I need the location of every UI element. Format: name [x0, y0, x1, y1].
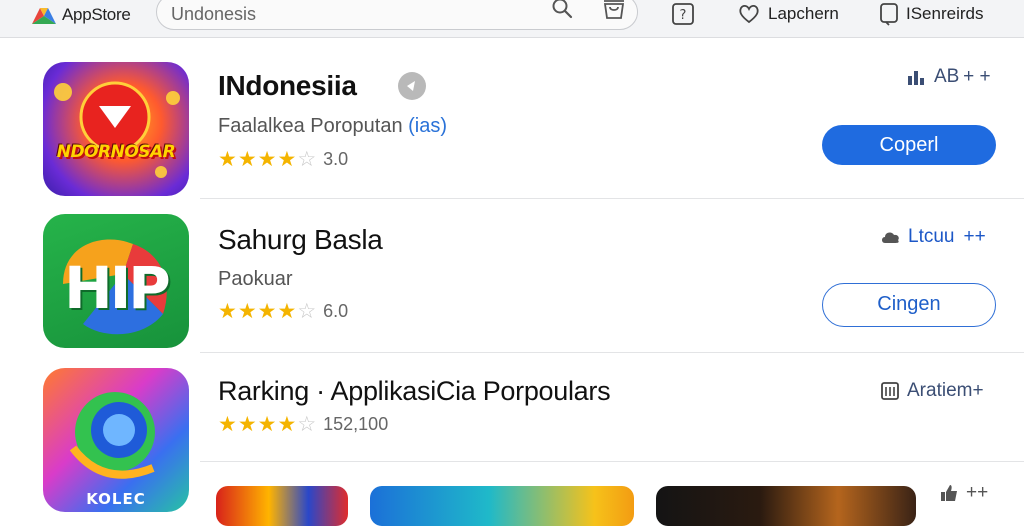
star-icon: ★ [277, 300, 297, 323]
top-nav-link-2[interactable]: ISenreirds [906, 4, 983, 24]
search-icon[interactable] [551, 0, 573, 19]
verified-badge-icon [398, 72, 426, 100]
chart-icon [908, 71, 924, 85]
side-label: Aratiem+ [879, 380, 984, 402]
rating-value: 152,100 [323, 414, 389, 434]
star-icon: ★ [257, 148, 277, 171]
app-subtitle: Paokuar [218, 268, 293, 290]
get-button[interactable]: Coperl [822, 125, 996, 165]
divider [200, 352, 1024, 353]
star-icon: ★ [237, 300, 257, 323]
app-icon-wordmark: KOLEC [86, 490, 146, 508]
rating: ★ ★ ★ ★ ☆ 152,100 [218, 414, 388, 435]
app-subtitle-tag[interactable]: (ias) [408, 115, 447, 137]
search-input[interactable]: Undonesis [171, 4, 256, 25]
side-label-text: Ltcuu ++ [908, 226, 986, 247]
app-store-logo-icon [32, 8, 56, 24]
star-empty-icon: ☆ [297, 148, 317, 171]
rating-value: 3.0 [323, 149, 349, 169]
star-icon: ★ [237, 148, 257, 171]
install-button[interactable]: Cingen [822, 283, 996, 327]
top-bar: AppStore Undonesis ? Lapchern ISenreirds [0, 0, 1024, 38]
side-label-text: Aratiem+ [907, 380, 984, 401]
app-icon-rarking[interactable]: KOLEC [43, 368, 189, 512]
top-nav-link-1[interactable]: Lapchern [768, 4, 839, 24]
side-label: AB + + [906, 66, 991, 88]
star-icon: ★ [218, 413, 237, 436]
logo-text: AppStore [62, 5, 131, 24]
shopping-bag-icon[interactable] [601, 0, 627, 21]
side-label-text: AB + + [934, 66, 991, 87]
star-icon: ★ [218, 148, 237, 171]
star-icon: ★ [237, 413, 257, 436]
thumbnail[interactable] [370, 486, 634, 526]
app-icon-wordmark: NDORNOSAR [56, 142, 176, 162]
side-label: ++ [938, 482, 988, 504]
star-icon: ★ [257, 413, 277, 436]
app-subtitle-text: Faalalkea Poroputan [218, 115, 403, 137]
calendar-icon [881, 382, 899, 400]
app-title[interactable]: Sahurg Basla [218, 224, 383, 256]
star-icon: ★ [257, 300, 277, 323]
divider [200, 461, 1024, 462]
app-subtitle: Faalalkea Poroputan (ias) [218, 115, 447, 138]
help-square-icon[interactable]: ? [670, 2, 696, 26]
chat-heart-icon[interactable] [737, 2, 761, 26]
app-icon-indonesia[interactable]: NDORNOSAR [43, 62, 189, 196]
app-title[interactable]: Rarking · ApplikasiCia Porpoulars [218, 376, 611, 407]
app-icon-sahurg[interactable]: HIP [43, 214, 189, 348]
app-store-logo[interactable]: AppStore [30, 4, 131, 26]
star-icon: ★ [218, 300, 237, 323]
side-label: Ltcuu ++ [880, 226, 986, 248]
rating: ★ ★ ★ ★ ☆ 3.0 [218, 149, 348, 170]
star-icon: ★ [277, 148, 297, 171]
side-label-text: ++ [966, 482, 989, 503]
search-bar[interactable]: Undonesis [156, 0, 638, 30]
app-icon-artwork [54, 81, 180, 178]
app-title[interactable]: INdonesiia [218, 70, 357, 102]
cloud-icon [882, 232, 899, 243]
thumbs-up-icon [941, 485, 957, 501]
svg-text:?: ? [680, 8, 687, 23]
bookmark-icon[interactable] [878, 2, 900, 26]
thumbnail[interactable] [216, 486, 348, 526]
star-icon: ★ [277, 413, 297, 436]
rating: ★ ★ ★ ★ ☆ 6.0 [218, 301, 348, 322]
star-empty-icon: ☆ [297, 413, 317, 436]
divider [200, 198, 1024, 199]
star-empty-icon: ☆ [297, 300, 317, 323]
rating-value: 6.0 [323, 301, 349, 321]
app-icon-wordmark: HIP [64, 254, 171, 322]
thumbnail[interactable] [656, 486, 916, 526]
